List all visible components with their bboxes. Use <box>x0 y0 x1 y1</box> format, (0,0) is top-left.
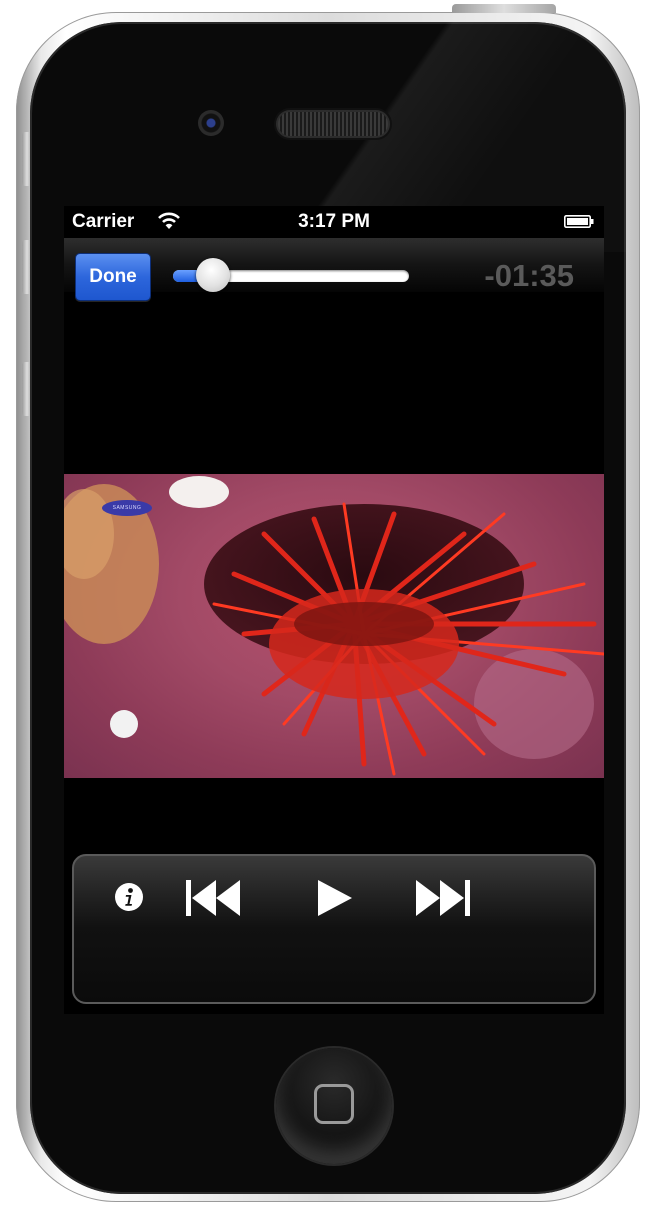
earpiece-speaker <box>278 112 388 136</box>
skip-back-icon[interactable] <box>184 878 244 918</box>
info-icon[interactable] <box>114 882 144 912</box>
battery-icon <box>564 215 594 228</box>
power-button <box>452 4 556 13</box>
playback-controls-panel <box>72 854 596 1004</box>
skip-forward-icon[interactable] <box>414 878 474 918</box>
play-icon[interactable] <box>310 878 358 918</box>
screen: Carrier 3:17 PM Done -01:35 SAMSUNG <box>64 206 604 1014</box>
home-button-icon <box>314 1084 354 1124</box>
time-remaining: -01:35 <box>484 258 574 293</box>
status-bar: Carrier 3:17 PM <box>64 206 604 238</box>
samsung-logo: SAMSUNG <box>102 500 152 516</box>
video-frame[interactable]: SAMSUNG <box>64 474 604 778</box>
front-camera-icon <box>198 110 224 136</box>
done-button[interactable]: Done <box>75 253 151 301</box>
video-content <box>64 476 604 776</box>
status-time: 3:17 PM <box>298 211 370 232</box>
scrubber-thumb[interactable] <box>195 258 230 292</box>
